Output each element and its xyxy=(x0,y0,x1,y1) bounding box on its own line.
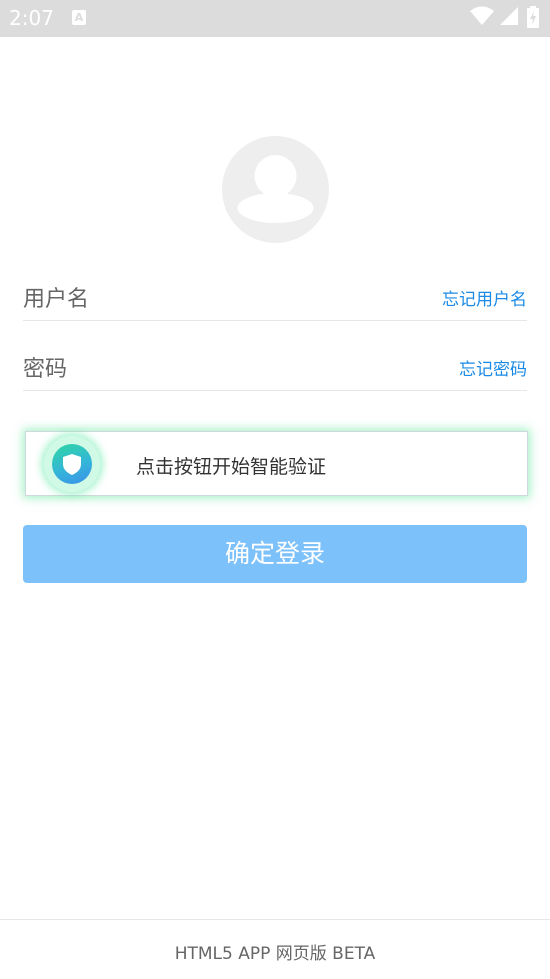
shield-icon xyxy=(63,454,81,475)
battery-charging-icon xyxy=(527,6,539,28)
footer-text: HTML5 APP 网页版 BETA xyxy=(174,944,376,964)
username-field[interactable]: 用户名 忘记用户名 xyxy=(23,271,527,321)
forgot-username-link[interactable]: 忘记用户名 xyxy=(442,285,527,310)
status-bar: 2:07 A xyxy=(0,0,550,37)
footer: HTML5 APP 网页版 BETA xyxy=(0,919,550,979)
forgot-password-link[interactable]: 忘记密码 xyxy=(459,355,527,380)
smart-verify-button[interactable]: 点击按钮开始智能验证 xyxy=(25,431,528,496)
login-button[interactable]: 确定登录 xyxy=(23,525,527,583)
status-time: 2:07 xyxy=(9,6,54,30)
verify-prompt: 点击按钮开始智能验证 xyxy=(136,456,327,478)
user-avatar-icon xyxy=(222,136,329,243)
username-placeholder: 用户名 xyxy=(23,287,90,312)
password-placeholder: 密码 xyxy=(23,357,68,382)
shield-button[interactable] xyxy=(44,436,100,492)
wifi-icon xyxy=(470,6,494,25)
signal-icon xyxy=(500,7,518,25)
a-letter-icon: A xyxy=(72,10,86,25)
password-field[interactable]: 密码 忘记密码 xyxy=(23,341,527,391)
